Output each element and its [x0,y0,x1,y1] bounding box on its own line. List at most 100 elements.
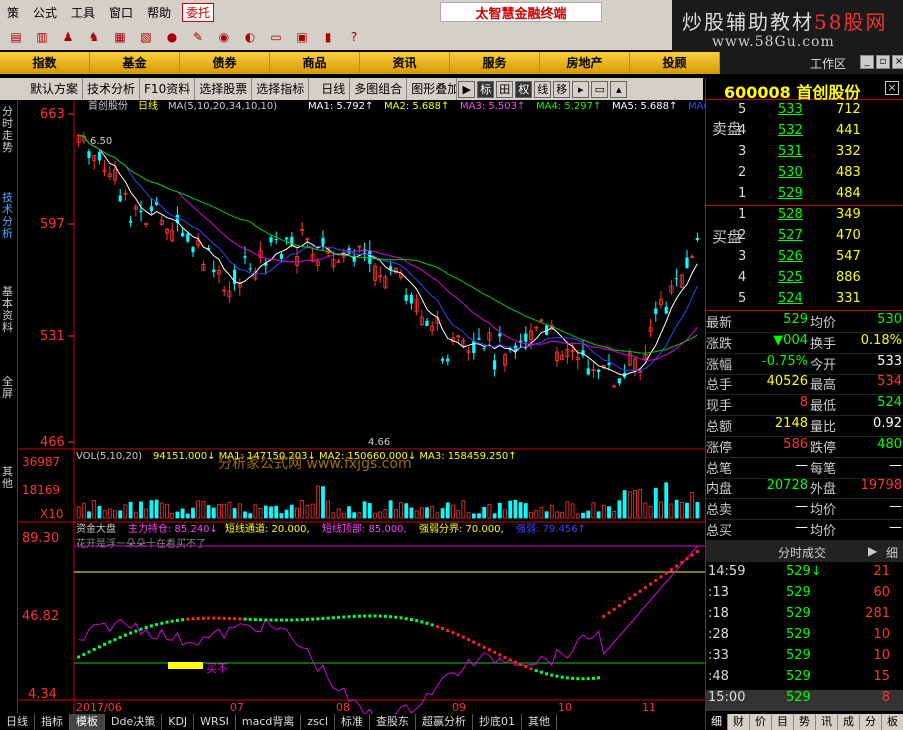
stat-value: 524 [877,395,902,411]
sell-order-price: 531 [778,144,803,159]
collapse-icon[interactable]: ▴ [610,80,628,98]
tab-select-stock[interactable]: 选择股票 [195,78,253,100]
stat-row: 总买 — 均价 — [706,520,903,541]
close-icon[interactable]: × [885,81,899,95]
btab-other[interactable]: 其他 [522,714,558,730]
sell-order-row[interactable]: 2 530 483 [706,165,903,186]
stat-key: 涨跌 [706,336,733,352]
workspace-label[interactable]: 工作区 [810,55,846,72]
tab-icon-line[interactable]: 线 [534,80,552,98]
buy-order-row[interactable]: 4 525 886 [706,270,903,291]
btab-super[interactable]: 超赢分析 [416,714,474,730]
cat-advisor[interactable]: 投顾 [630,52,720,74]
tab-period[interactable]: 日线 [317,78,351,100]
btab-bottom[interactable]: 抄底01 [473,714,523,730]
buy-order-row[interactable]: 5 524 331 [706,291,903,312]
buy-order-row[interactable]: 1 528 349 [706,207,903,228]
window-icon[interactable]: ▣ [292,28,312,46]
note-icon[interactable]: ▭ [266,28,286,46]
minimize-icon[interactable]: _ [860,55,874,69]
stat-value: 480 [877,436,902,452]
layout-icon[interactable]: ▭ [591,80,609,98]
quote-tab-8[interactable]: 板 [882,714,903,730]
btab-wrsi[interactable]: WRSI [194,714,236,730]
grid-icon[interactable]: 田 [496,80,514,98]
tab-default-scheme[interactable]: 默认方案 [26,78,84,100]
sell-order-row[interactable]: 1 529 484 [706,186,903,207]
flag-icon[interactable]: ▤ [6,28,26,46]
btab-standard[interactable]: 标准 [335,714,371,730]
cat-service[interactable]: 服务 [450,52,540,74]
tab-multi-chart[interactable]: 多图组合 [350,78,408,100]
btab-kdj[interactable]: KDJ [162,714,195,730]
people-icon[interactable]: ♟ [58,28,78,46]
pen-icon[interactable]: ✎ [188,28,208,46]
menu-formula[interactable]: 公式 [26,4,64,21]
list-icon[interactable]: ▦ [110,28,130,46]
stat-row: 现手 8 最低 524 [706,395,903,417]
stat-key: 最高 [810,378,837,394]
cat-realestate[interactable]: 房地产 [540,52,630,74]
menu-strategy[interactable]: 策 [0,4,26,21]
bars-icon[interactable]: ▮ [318,28,338,46]
quote-tab-7[interactable]: 分 [860,714,882,730]
refresh-icon[interactable]: ● [162,28,182,46]
left-nav-other[interactable]: 其他 [2,466,16,490]
tab-select-indicator[interactable]: 选择指标 [252,78,310,100]
sell-order-row[interactable]: 5 533 712 [706,102,903,123]
quote-tab-2[interactable]: 价 [750,714,772,730]
quote-tab-5[interactable]: 讯 [816,714,838,730]
quote-tab-1[interactable]: 财 [728,714,750,730]
tab-f10[interactable]: F10资料 [140,78,196,100]
btab-zscl[interactable]: zscl [301,714,336,730]
cat-bond[interactable]: 债券 [180,52,270,74]
panel-toggle-icon[interactable]: ▸ [572,80,590,98]
btab-template[interactable]: 模板 [70,714,105,730]
chart-area[interactable]: 首创股份 日线 MA(5,10,20,34,10,10) MA1: 5.792↑… [18,100,705,714]
menu-entrust[interactable]: 委托 [182,2,215,22]
sell-order-row[interactable]: 4 532 441 [706,123,903,144]
maximize-icon[interactable]: ▫ [876,55,890,69]
quote-tab-3[interactable]: 目 [772,714,794,730]
tab-technical[interactable]: 技术分析 [83,78,141,100]
quote-tab-4[interactable]: 势 [794,714,816,730]
btab-shareholders[interactable]: 查股东 [370,714,417,730]
link-icon[interactable]: ◉ [214,28,234,46]
quote-tab-6[interactable]: 成 [838,714,860,730]
cat-index[interactable]: 指数 [0,52,90,74]
cat-news[interactable]: 资讯 [360,52,450,74]
left-nav-intraday[interactable]: 分时走势 [2,106,16,154]
vol-y-tick: 36987 [22,455,60,469]
tab-icon-rights[interactable]: 权 [515,80,533,98]
buy-order-row[interactable]: 3 526 547 [706,249,903,270]
ticks-detail-btn[interactable]: 细 [886,544,898,561]
btab-dde[interactable]: Dde决策 [105,714,163,730]
chart-icon[interactable]: ▥ [32,28,52,46]
play-icon[interactable]: ▶ [458,80,476,98]
sell-order-row[interactable]: 3 531 332 [706,144,903,165]
btab-indicator[interactable]: 指标 [35,714,70,730]
tab-icon-mark[interactable]: 标 [477,80,495,98]
tab-overlay[interactable]: 图形叠加 [407,78,458,100]
cart-icon[interactable]: ▧ [136,28,156,46]
help-cursor-icon[interactable]: ? [344,28,364,46]
quote-tab-0[interactable]: 细 [706,714,728,730]
buy-order-row[interactable]: 2 527 470 [706,228,903,249]
left-nav-technical[interactable]: 技术分析 [2,192,16,240]
close-icon[interactable]: × [892,55,903,69]
globe-icon[interactable]: ◐ [240,28,260,46]
left-nav-fundamentals[interactable]: 基本资料 [2,286,16,334]
ma-value-2: MA2: 5.688↑ [384,101,449,112]
cat-fund[interactable]: 基金 [90,52,180,74]
sell-order-level: 2 [738,165,747,180]
btab-daily[interactable]: 日线 [0,714,35,730]
tab-icon-move[interactable]: 移 [553,80,571,98]
menu-help[interactable]: 帮助 [140,4,178,21]
bell-icon[interactable]: ♞ [84,28,104,46]
menu-tools[interactable]: 工具 [64,4,102,21]
btab-macd[interactable]: macd背离 [236,714,302,730]
menu-window[interactable]: 窗口 [102,4,140,21]
left-nav-fullscreen[interactable]: 全屏 [2,376,16,400]
cat-commodity[interactable]: 商品 [270,52,360,74]
play-icon[interactable]: ▶ [868,544,877,558]
